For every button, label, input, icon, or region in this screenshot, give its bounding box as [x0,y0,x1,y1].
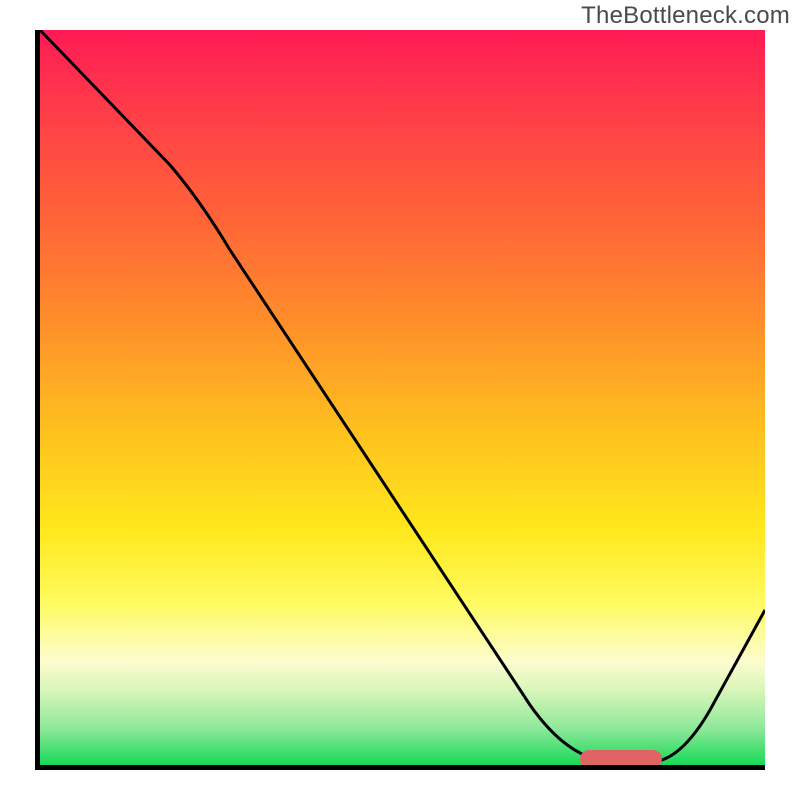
optimal-range-marker [580,750,662,768]
chart-curve [40,30,765,765]
chart-plot-area [35,30,765,770]
bottleneck-curve-path [40,30,765,762]
watermark-text: TheBottleneck.com [581,2,790,30]
